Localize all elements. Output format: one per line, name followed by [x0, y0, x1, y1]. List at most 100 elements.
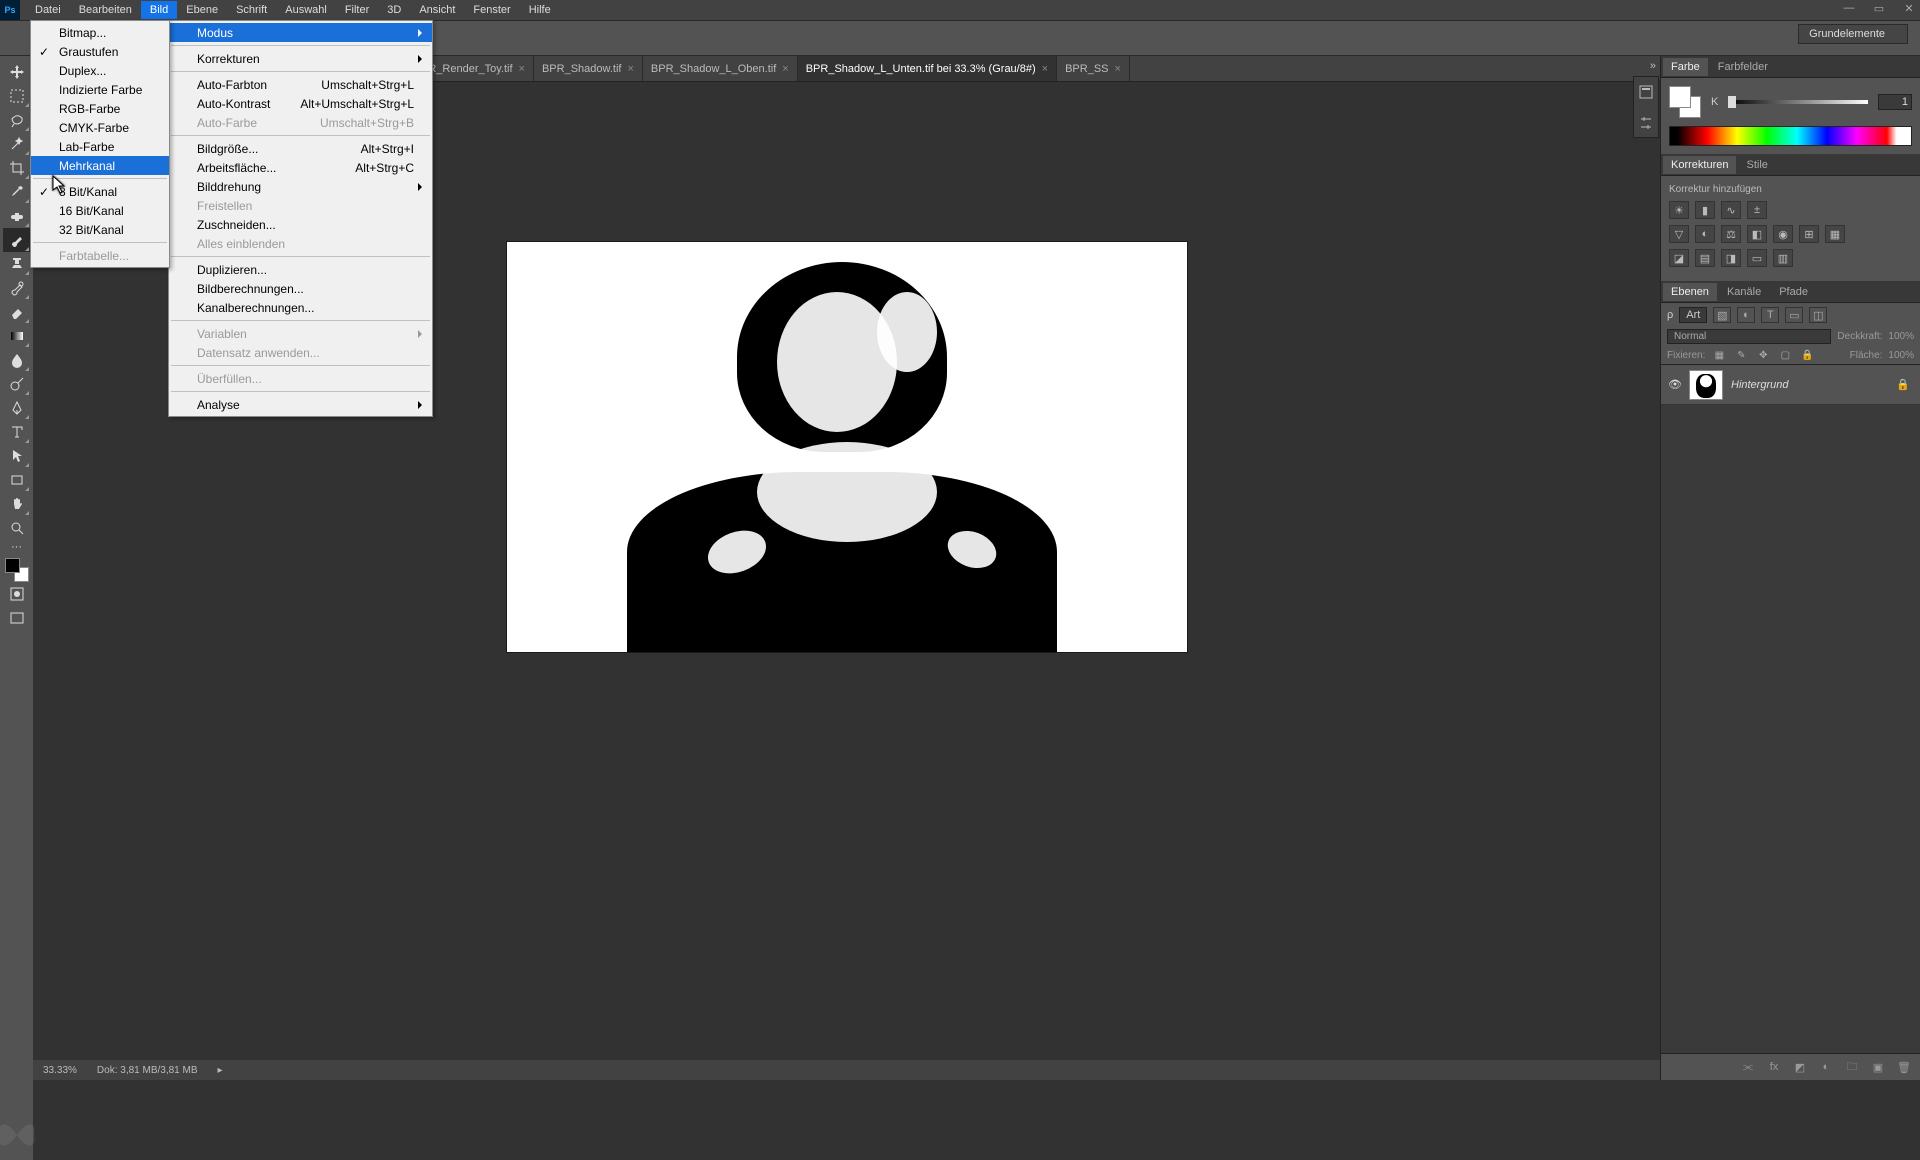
- new-adj-icon[interactable]: ◐: [1818, 1061, 1834, 1073]
- lock-trans-icon[interactable]: ▦: [1711, 348, 1727, 362]
- blur-tool[interactable]: [3, 348, 30, 372]
- modus-16bit[interactable]: 16 Bit/Kanal: [31, 201, 169, 220]
- minimize-icon[interactable]: —: [1842, 2, 1856, 15]
- status-chevron-icon[interactable]: ▸: [218, 1065, 223, 1076]
- document-tab[interactable]: BPR_Shadow.tif×: [534, 56, 643, 81]
- blend-mode[interactable]: Normal: [1667, 329, 1831, 344]
- gradient-tool[interactable]: [3, 324, 30, 348]
- adj-hue-icon[interactable]: ◐: [1695, 225, 1715, 243]
- lasso-tool[interactable]: [3, 108, 30, 132]
- menu-3d[interactable]: 3D: [378, 1, 410, 19]
- tab-farbfelder[interactable]: Farbfelder: [1710, 58, 1776, 76]
- layer-visibility-icon[interactable]: 👁: [1661, 378, 1689, 391]
- dodge-tool[interactable]: [3, 372, 30, 396]
- adj-selectivecolor-icon[interactable]: ▥: [1773, 249, 1793, 267]
- modus-rgb[interactable]: RGB-Farbe: [31, 99, 169, 118]
- menu-auto-farbton[interactable]: Auto-FarbtonUmschalt+Strg+L: [169, 75, 432, 94]
- tab-close-icon[interactable]: ×: [627, 63, 633, 75]
- fx-icon[interactable]: fx: [1766, 1061, 1782, 1073]
- menu-bildberechnungen[interactable]: Bildberechnungen...: [169, 279, 432, 298]
- clone-stamp-tool[interactable]: [3, 252, 30, 276]
- adj-channelmixer-icon[interactable]: ⊞: [1799, 225, 1819, 243]
- rectangle-tool[interactable]: [3, 468, 30, 492]
- filter-pixel-icon[interactable]: ▧: [1713, 307, 1731, 323]
- menu-auswahl[interactable]: Auswahl: [276, 1, 336, 19]
- tab-farbe[interactable]: Farbe: [1663, 58, 1708, 76]
- tab-korrekturen[interactable]: Korrekturen: [1663, 156, 1736, 174]
- menu-fenster[interactable]: Fenster: [464, 1, 519, 19]
- move-tool[interactable]: [3, 60, 30, 84]
- new-layer-icon[interactable]: ▣: [1870, 1061, 1886, 1074]
- menu-bild[interactable]: Bild: [141, 1, 177, 19]
- document-canvas[interactable]: [507, 242, 1187, 652]
- brush-tool[interactable]: [3, 228, 30, 252]
- adj-threshold-icon[interactable]: ◨: [1721, 249, 1741, 267]
- menu-analyse[interactable]: Analyse: [169, 395, 432, 414]
- layer-lock-icon[interactable]: 🔒: [1896, 378, 1920, 391]
- filter-adj-icon[interactable]: ◐: [1737, 307, 1755, 323]
- history-panel-icon[interactable]: [1634, 77, 1658, 107]
- marquee-tool[interactable]: [3, 84, 30, 108]
- adj-gradientmap-icon[interactable]: ▭: [1747, 249, 1767, 267]
- properties-panel-icon[interactable]: [1634, 107, 1658, 137]
- menu-ansicht[interactable]: Ansicht: [410, 1, 464, 19]
- menu-hilfe[interactable]: Hilfe: [520, 1, 560, 19]
- layer-thumbnail[interactable]: [1689, 370, 1723, 400]
- document-tab[interactable]: BPR_Shadow_L_Oben.tif×: [643, 56, 798, 81]
- modus-mehrkanal[interactable]: Mehrkanal: [31, 156, 169, 175]
- adj-vibrance-icon[interactable]: ▽: [1669, 225, 1689, 243]
- new-group-icon[interactable]: 🗀: [1844, 1058, 1860, 1077]
- tab-close-icon[interactable]: ×: [782, 63, 788, 75]
- color-value[interactable]: 1: [1878, 94, 1912, 110]
- filter-smart-icon[interactable]: ◫: [1809, 307, 1827, 323]
- zoom-tool[interactable]: [3, 516, 30, 540]
- tabs-overflow-icon[interactable]: »: [1650, 60, 1656, 72]
- type-tool[interactable]: [3, 420, 30, 444]
- filter-shape-icon[interactable]: ▭: [1785, 307, 1803, 323]
- tab-ebenen[interactable]: Ebenen: [1663, 283, 1717, 301]
- foreground-background-swatch[interactable]: [5, 558, 29, 582]
- lock-pos-icon[interactable]: ✥: [1755, 348, 1771, 362]
- menu-bilddrehung[interactable]: Bilddrehung: [169, 177, 432, 196]
- lock-all-icon[interactable]: 🔒: [1799, 348, 1815, 362]
- tab-close-icon[interactable]: ×: [1042, 63, 1048, 75]
- tab-kanaele[interactable]: Kanäle: [1719, 283, 1769, 301]
- layer-row[interactable]: 👁 Hintergrund 🔒: [1661, 365, 1920, 405]
- doc-size-readout[interactable]: Dok: 3,81 MB/3,81 MB: [97, 1065, 198, 1076]
- menu-arbeitsflaeche[interactable]: Arbeitsfläche...Alt+Strg+C: [169, 158, 432, 177]
- lock-artboard-icon[interactable]: ▢: [1777, 348, 1793, 362]
- color-fgbg-swatch[interactable]: [1669, 86, 1701, 118]
- eyedropper-tool[interactable]: [3, 180, 30, 204]
- tab-stile[interactable]: Stile: [1738, 156, 1775, 174]
- lock-pixels-icon[interactable]: ✎: [1733, 348, 1749, 362]
- menu-kanalberechnungen[interactable]: Kanalberechnungen...: [169, 298, 432, 317]
- opacity-value[interactable]: 100%: [1888, 331, 1914, 342]
- magic-wand-tool[interactable]: [3, 132, 30, 156]
- menu-bildgroesse[interactable]: Bildgröße...Alt+Strg+I: [169, 139, 432, 158]
- modus-indiziert[interactable]: Indizierte Farbe: [31, 80, 169, 99]
- adj-exposure-icon[interactable]: ±: [1747, 201, 1767, 219]
- tab-close-icon[interactable]: ×: [519, 63, 525, 75]
- tab-pfade[interactable]: Pfade: [1771, 283, 1816, 301]
- workspace-picker[interactable]: Grundelemente: [1798, 24, 1908, 44]
- menu-zuschneiden[interactable]: Zuschneiden...: [169, 215, 432, 234]
- mask-icon[interactable]: ◩: [1792, 1061, 1808, 1074]
- pen-tool[interactable]: [3, 396, 30, 420]
- menu-schrift[interactable]: Schrift: [227, 1, 276, 19]
- menu-datei[interactable]: Datei: [26, 1, 70, 19]
- history-brush-tool[interactable]: [3, 276, 30, 300]
- document-tab[interactable]: BPR_Shadow_L_Unten.tif bei 33.3% (Grau/8…: [798, 56, 1057, 81]
- document-tab[interactable]: BPR_SS×: [1057, 56, 1130, 81]
- modus-bitmap[interactable]: Bitmap...: [31, 23, 169, 42]
- link-layers-icon[interactable]: ⫘: [1740, 1061, 1756, 1074]
- modus-graustufen[interactable]: ✓Graustufen: [31, 42, 169, 61]
- path-select-tool[interactable]: [3, 444, 30, 468]
- healing-brush-tool[interactable]: [3, 204, 30, 228]
- close-icon[interactable]: ✕: [1902, 2, 1916, 15]
- menu-auto-kontrast[interactable]: Auto-KontrastAlt+Umschalt+Strg+L: [169, 94, 432, 113]
- modus-32bit[interactable]: 32 Bit/Kanal: [31, 220, 169, 239]
- adj-curves-icon[interactable]: ∿: [1721, 201, 1741, 219]
- layer-name[interactable]: Hintergrund: [1731, 379, 1896, 391]
- adj-colorbalance-icon[interactable]: ⚖: [1721, 225, 1741, 243]
- menu-bearbeiten[interactable]: Bearbeiten: [70, 1, 141, 19]
